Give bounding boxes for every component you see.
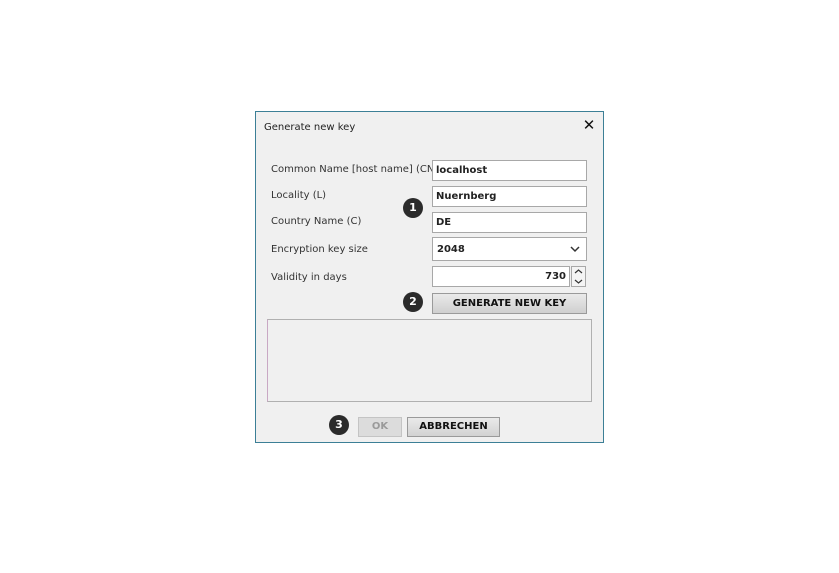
validity-spinner (432, 266, 587, 287)
locality-field[interactable] (432, 186, 587, 207)
step-marker-3: 3 (329, 415, 349, 435)
spinner-buttons (571, 266, 586, 287)
page: Generate new key ✕ Common Name [host nam… (0, 0, 839, 573)
key-size-value: 2048 (437, 244, 465, 255)
chevron-down-icon[interactable] (572, 277, 585, 286)
validity-label: Validity in days (271, 272, 347, 283)
step-marker-2: 2 (403, 292, 423, 312)
cancel-button[interactable]: ABBRECHEN (407, 417, 500, 437)
common-name-label: Common Name [host name] (CN) (271, 164, 439, 175)
generate-new-key-button[interactable]: GENERATE NEW KEY (432, 293, 587, 314)
generate-key-dialog: Generate new key ✕ Common Name [host nam… (255, 111, 604, 443)
country-field[interactable] (432, 212, 587, 233)
validity-field[interactable] (432, 266, 570, 287)
step-marker-1: 1 (403, 198, 423, 218)
close-icon[interactable]: ✕ (581, 117, 597, 133)
chevron-down-icon (570, 246, 580, 253)
country-label: Country Name (C) (271, 216, 362, 227)
ok-button[interactable]: OK (358, 417, 402, 437)
dialog-title: Generate new key (264, 122, 356, 133)
key-size-select[interactable]: 2048 (432, 237, 587, 261)
key-size-label: Encryption key size (271, 244, 368, 255)
key-output-area (267, 319, 592, 402)
locality-label: Locality (L) (271, 190, 327, 201)
common-name-field[interactable] (432, 160, 587, 181)
chevron-up-icon[interactable] (572, 267, 585, 276)
